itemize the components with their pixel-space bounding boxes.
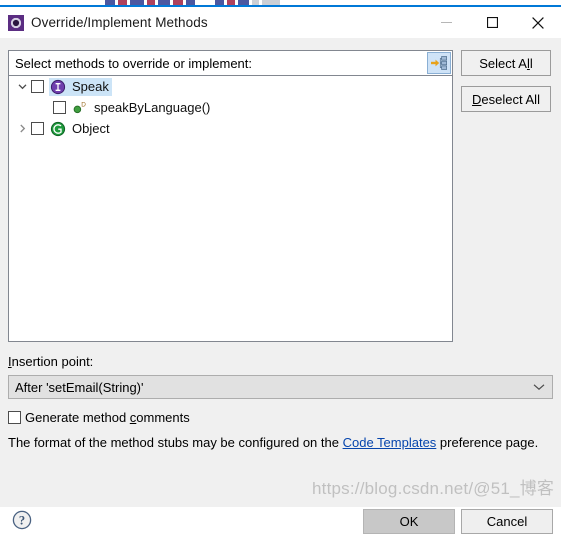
svg-text:?: ? [19, 513, 25, 527]
window-title: Override/Implement Methods [31, 15, 208, 30]
generate-comments-label: Generate method comments [25, 410, 190, 425]
format-note: The format of the method stubs may be co… [8, 435, 538, 450]
cancel-button-label: Cancel [486, 514, 528, 529]
cancel-button[interactable]: Cancel [461, 509, 553, 534]
row-checkbox[interactable] [31, 80, 44, 93]
eclipse-dialog-icon [8, 14, 24, 31]
row-highlight[interactable]: Object [49, 120, 113, 138]
row-checkbox[interactable] [53, 101, 66, 114]
help-icon[interactable]: ? [12, 510, 32, 530]
format-note-before: The format of the method stubs may be co… [8, 435, 343, 450]
ok-button-label: OK [399, 514, 419, 529]
code-templates-link[interactable]: Code Templates [343, 435, 437, 450]
ok-button[interactable]: OK [363, 509, 455, 534]
table-row[interactable]: D speakByLanguage() [9, 97, 452, 118]
tree-header-bar: Select methods to override or implement: [8, 50, 453, 76]
svg-text:D: D [81, 101, 86, 108]
default-method-icon: D [72, 100, 88, 116]
minimize-button[interactable] [423, 7, 469, 38]
table-row[interactable]: Object [9, 118, 452, 139]
chevron-down-icon[interactable] [533, 376, 545, 398]
title-bar[interactable]: Override/Implement Methods [0, 7, 561, 38]
row-highlight[interactable]: Speak [49, 77, 112, 96]
select-all-button[interactable]: Select All [461, 50, 551, 76]
chevron-down-icon[interactable] [14, 82, 31, 91]
insertion-point-label: Insertion point: [8, 354, 94, 369]
deselect-all-label: Deselect All [472, 91, 540, 107]
table-row[interactable]: Speak [9, 76, 452, 97]
row-highlight[interactable]: D speakByLanguage() [71, 99, 213, 117]
checkbox-box[interactable] [8, 411, 21, 424]
generate-comments-checkbox[interactable]: Generate method comments [8, 410, 190, 425]
class-icon [50, 121, 66, 137]
select-all-label: Select All [479, 55, 533, 71]
insertion-point-value: After 'setEmail(String)' [15, 379, 144, 395]
row-checkbox[interactable] [31, 122, 44, 135]
format-note-after: preference page. [436, 435, 539, 450]
dialog-content: Select methods to override or implement: [0, 38, 561, 534]
methods-tree[interactable]: Speak D speakByLanguage() Object [8, 76, 453, 342]
show-hierarchy-icon[interactable] [427, 52, 451, 74]
tree-item-label: Speak [72, 79, 109, 94]
close-button[interactable] [515, 7, 561, 38]
dialog-window: Override/Implement Methods Select method… [0, 5, 561, 534]
chevron-right-icon[interactable] [14, 124, 31, 133]
deselect-all-button[interactable]: Deselect All [461, 86, 551, 112]
tree-item-label: speakByLanguage() [94, 100, 211, 115]
maximize-button[interactable] [469, 7, 515, 38]
insertion-point-select[interactable]: After 'setEmail(String)' [8, 375, 553, 399]
tree-item-label: Object [72, 121, 110, 136]
interface-icon [50, 79, 66, 95]
tree-header-label: Select methods to override or implement: [15, 55, 252, 71]
